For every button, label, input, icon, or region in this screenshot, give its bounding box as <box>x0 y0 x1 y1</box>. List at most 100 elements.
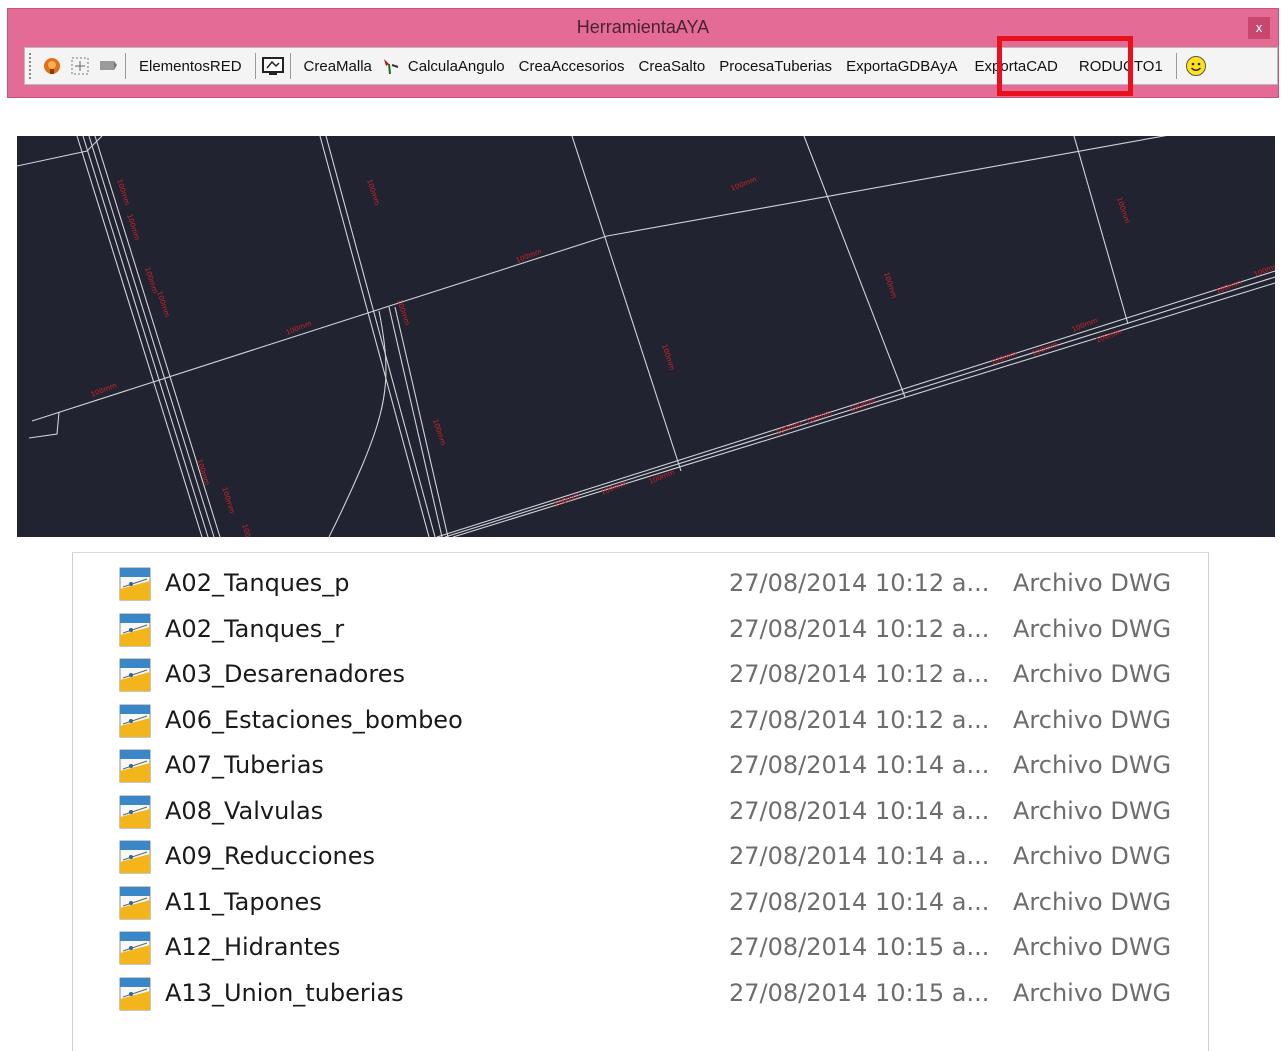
dwg-file-icon <box>119 840 151 874</box>
cad-dimension-label: 100mm <box>775 419 803 437</box>
toolbar-button-calculaangulo[interactable]: CalculaAngulo <box>401 58 512 75</box>
cad-dimension-label: 100mm <box>90 381 118 399</box>
file-date: 27/08/2014 10:12 a... <box>729 660 990 688</box>
cad-dimension-label: 100mm <box>1031 340 1059 358</box>
cad-dimension-label: 100mm <box>143 266 159 294</box>
cad-dimension-label: 100mm <box>849 396 877 414</box>
flag-icon[interactable] <box>97 55 119 77</box>
file-name: A12_Hidrantes <box>165 933 341 961</box>
cad-dimension-label: 100mm <box>365 178 381 206</box>
cad-dimension-label: 100mm <box>155 290 171 318</box>
dwg-file-icon <box>119 658 151 692</box>
file-type: Archivo DWG <box>1013 978 1172 1007</box>
file-row[interactable]: A02_Tanques_p 27/08/2014 10:12 a... Archiv… <box>73 563 1208 608</box>
dwg-file-icon <box>119 704 151 738</box>
file-date: 27/08/2014 10:12 a... <box>729 705 990 734</box>
file-type: Archivo DWG <box>1013 887 1172 916</box>
cad-dimension-label: 100mm <box>431 418 447 446</box>
toolbar-button-procesatuberias[interactable]: ProcesaTuberias <box>712 58 839 75</box>
cad-dimension-label: 100mm <box>805 408 833 426</box>
file-name: A07_Tuberias <box>165 751 324 779</box>
smiley-icon[interactable] <box>1185 55 1207 77</box>
file-date: 27/08/2014 10:14 a... <box>729 842 990 870</box>
cad-dimension-label: 100mm <box>648 468 676 486</box>
cad-dimension-label: 100mm <box>240 523 256 537</box>
valve-arrow-icon[interactable] <box>379 55 401 77</box>
dwg-file-icon <box>119 613 151 647</box>
file-date: 27/08/2014 10:14 a... <box>729 796 990 825</box>
cad-dimension-label: 100mm <box>660 343 676 371</box>
cad-dimension-label: 100mm <box>1115 196 1131 224</box>
toolbar-grip[interactable] <box>29 53 35 79</box>
toolbar-separator <box>289 53 291 79</box>
file-type: Archivo DWG <box>1013 614 1172 643</box>
file-row[interactable]: A02_Tanques_r 27/08/2014 10:12 a... Archiv… <box>73 609 1208 654</box>
file-type: Archivo DWG <box>1013 751 1172 779</box>
file-type: Archivo DWG <box>1013 796 1172 825</box>
file-name: A13_Union_tuberias <box>165 978 404 1007</box>
cad-dimension-label: 100mm <box>1095 327 1123 345</box>
toolbar-button-elementosred[interactable]: ElementosRED <box>132 58 249 75</box>
file-date: 27/08/2014 10:12 a... <box>729 569 990 597</box>
file-name: A11_Tapones <box>165 887 322 916</box>
file-row[interactable]: A06_Estaciones_bombeo 27/08/2014 10:12 a.… <box>73 700 1208 745</box>
close-button[interactable]: x <box>1248 17 1270 39</box>
file-list: A02_Tanques_p 27/08/2014 10:12 a... Archiv… <box>72 552 1209 1051</box>
layer-monitor-icon[interactable] <box>261 55 284 77</box>
toolbar-button-creasalto[interactable]: CreaSalto <box>632 58 713 75</box>
file-row[interactable]: A13_Union_tuberias 27/08/2014 10:15 a... A… <box>73 973 1208 1018</box>
dwg-file-icon <box>119 931 151 965</box>
file-type: Archivo DWG <box>1013 705 1172 734</box>
cad-dimension-label: 100mm <box>600 479 628 497</box>
file-type: Archivo DWG <box>1013 569 1172 597</box>
window-title: HerramientaAYA <box>576 17 710 37</box>
file-type: Archivo DWG <box>1013 660 1172 688</box>
cad-canvas: 100mm100mm100mm100mm100mm100mm100mm100mm… <box>17 136 1275 537</box>
toolbar-separator <box>254 53 256 79</box>
cad-dimension-label: 100mm <box>553 491 581 509</box>
file-row[interactable]: A12_Hidrantes 27/08/2014 10:15 a... Archiv… <box>73 927 1208 972</box>
toolbar-button-creamalla[interactable]: CreaMalla <box>297 58 379 75</box>
file-date: 27/08/2014 10:15 a... <box>729 978 990 1007</box>
cad-dimension-label: 100mm <box>125 213 141 241</box>
toolbar-separator <box>125 53 126 79</box>
cad-dimension-label: 100mm <box>515 247 543 265</box>
file-date: 27/08/2014 10:14 a... <box>729 887 990 916</box>
cad-dimension-label: 100mm <box>220 486 236 514</box>
file-name: A02_Tanques_p <box>165 569 350 597</box>
toolbar-separator <box>1175 53 1177 79</box>
exportacad-highlight-box <box>997 36 1133 96</box>
toolbar-button-creaaccesorios[interactable]: CreaAccesorios <box>512 58 632 75</box>
dwg-file-icon <box>119 977 151 1011</box>
cad-dimension-label: 100mm <box>115 178 131 206</box>
file-row[interactable]: A11_Tapones 27/08/2014 10:14 a... Archivo … <box>73 882 1208 927</box>
file-row[interactable]: A07_Tuberias 27/08/2014 10:14 a... Archivo… <box>73 745 1208 790</box>
toolbar-button-exportagdbaya[interactable]: ExportaGDBAyA <box>839 58 964 75</box>
cad-dimension-label: 100mm <box>730 175 758 193</box>
file-type: Archivo DWG <box>1013 933 1172 961</box>
file-type: Archivo DWG <box>1013 842 1172 870</box>
file-date: 27/08/2014 10:12 a... <box>729 614 990 643</box>
dwg-file-icon <box>119 749 151 783</box>
file-name: A08_Valvulas <box>165 796 324 825</box>
orange-tool-icon[interactable] <box>41 55 63 77</box>
cad-dimension-label: 100mm <box>882 271 898 299</box>
file-row[interactable]: A03_Desarenadores 27/08/2014 10:12 a... Ar… <box>73 654 1208 699</box>
file-row[interactable]: A08_Valvulas 27/08/2014 10:14 a... Archivo… <box>73 791 1208 836</box>
cad-dimension-label: 100mm <box>1253 261 1275 279</box>
cad-drawing: 100mm 100mm 100mm 100mm 100mm 100mm 100mm 100mm… <box>17 136 1275 537</box>
file-date: 27/08/2014 10:15 a... <box>729 933 990 961</box>
dwg-file-icon <box>119 567 151 601</box>
file-name: A03_Desarenadores <box>165 660 405 688</box>
select-grid-icon[interactable] <box>69 55 91 77</box>
cad-dimension-label: 100mm <box>285 319 313 337</box>
file-name: A02_Tanques_r <box>165 614 345 643</box>
cad-dimension-label: 100mm <box>395 298 411 326</box>
dwg-file-icon <box>119 886 151 920</box>
file-row[interactable]: A09_Reducciones 27/08/2014 10:14 a... Arch… <box>73 836 1208 881</box>
file-name: A06_Estaciones_bombeo <box>165 705 463 734</box>
dwg-file-icon <box>119 795 151 829</box>
cad-dimension-label: 100mm <box>1215 278 1243 296</box>
file-name: A09_Reducciones <box>165 842 375 870</box>
file-date: 27/08/2014 10:14 a... <box>729 751 990 779</box>
